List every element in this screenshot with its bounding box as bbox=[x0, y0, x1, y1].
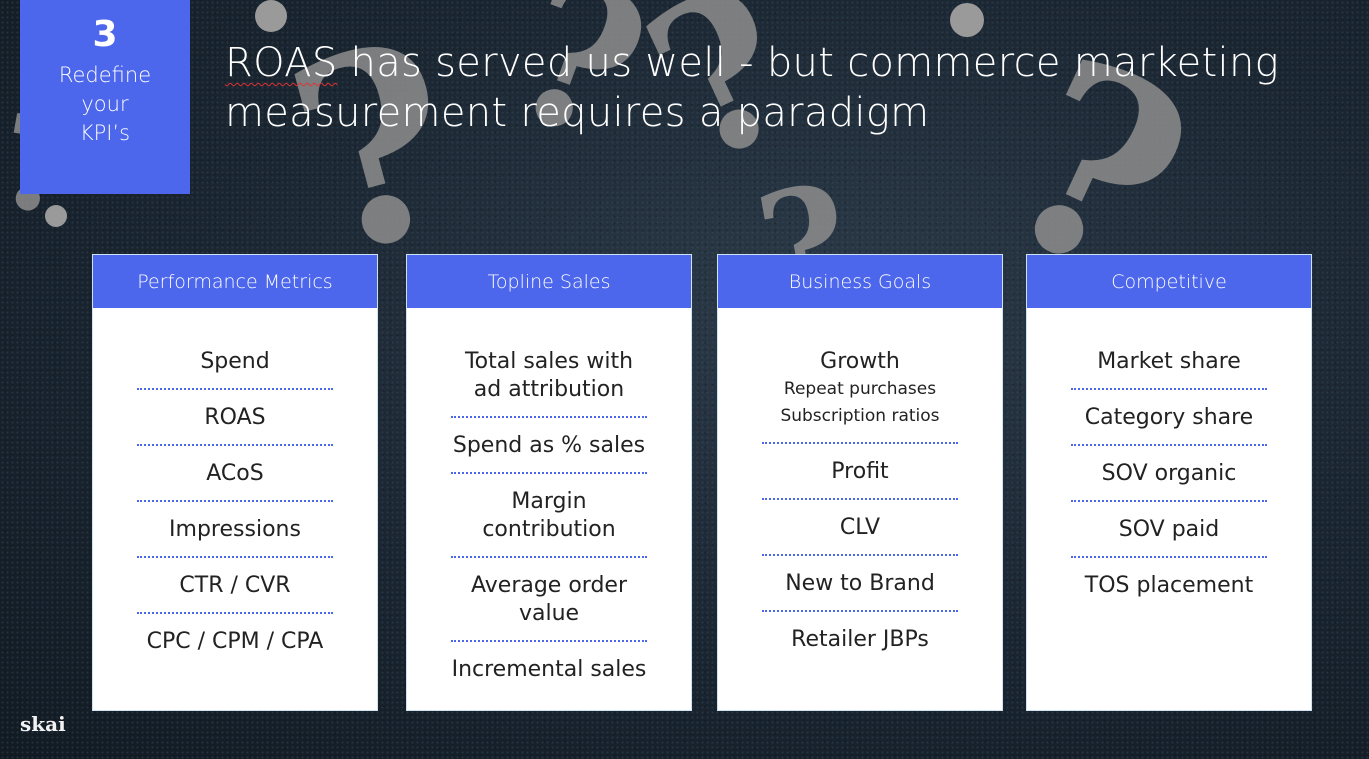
kpi-item: Impressions bbox=[137, 516, 333, 558]
kpi-item: SOV organic bbox=[1071, 460, 1267, 502]
kpi-card-performance-metrics: Performance Metrics Spend ROAS ACoS Impressi… bbox=[93, 255, 377, 710]
kpi-item-label: Retailer JBPs bbox=[791, 627, 929, 652]
kpi-item: CTR / CVR bbox=[137, 572, 333, 614]
badge-line: Redefine bbox=[58, 63, 152, 87]
kpi-item-label: CTR / CVR bbox=[179, 573, 291, 598]
section-number: 3 bbox=[92, 14, 118, 55]
kpi-item: TOS placement bbox=[1071, 572, 1267, 612]
kpi-item: ROAS bbox=[137, 404, 333, 446]
kpi-item: ACoS bbox=[137, 460, 333, 502]
kpi-item: Category share bbox=[1071, 404, 1267, 446]
kpi-card-header: Topline Sales bbox=[407, 255, 691, 308]
kpi-item-subtitle: Repeat purchases bbox=[783, 379, 937, 399]
title-line1: has served us well - but commerce market… bbox=[337, 40, 1279, 86]
kpi-item: Incremental sales bbox=[451, 656, 647, 696]
kpi-card-body: Market share Category share SOV organic SOV… bbox=[1027, 308, 1311, 612]
kpi-card-body: Total sales with ad attribution Spend as … bbox=[407, 308, 691, 696]
kpi-item-label: Spend as % sales bbox=[452, 433, 646, 458]
dot-decoration bbox=[950, 3, 984, 37]
kpi-card-body: Growth Repeat purchases Subscription ratio… bbox=[718, 308, 1002, 666]
kpi-item-label: Category share bbox=[1084, 405, 1254, 430]
kpi-item: CLV bbox=[762, 514, 958, 556]
kpi-item-label: Average order value bbox=[471, 573, 627, 626]
kpi-item: Market share bbox=[1071, 348, 1267, 390]
kpi-card-competitive: Competitive Market share Category share SOV… bbox=[1027, 255, 1311, 710]
kpi-item: CPC / CPM / CPA bbox=[137, 628, 333, 668]
kpi-item: Growth Repeat purchases Subscription ratio… bbox=[762, 348, 958, 444]
kpi-item-label: Total sales with ad attribution bbox=[464, 349, 634, 402]
kpi-item-label: TOS placement bbox=[1084, 573, 1254, 598]
kpi-item-label: SOV paid bbox=[1118, 517, 1220, 542]
dot-decoration bbox=[45, 205, 67, 227]
kpi-item: Average order value bbox=[451, 572, 647, 642]
kpi-card-header: Business Goals bbox=[718, 255, 1002, 308]
kpi-item: Spend as % sales bbox=[451, 432, 647, 474]
kpi-item-label: CPC / CPM / CPA bbox=[146, 629, 324, 654]
kpi-item-label: Incremental sales bbox=[451, 657, 647, 682]
kpi-item-label: Growth bbox=[820, 349, 900, 374]
kpi-item: Margin contribution bbox=[451, 488, 647, 558]
kpi-card-header: Performance Metrics bbox=[93, 255, 377, 308]
kpi-item-subtitle: Subscription ratios bbox=[780, 406, 940, 426]
kpi-item: Spend bbox=[137, 348, 333, 390]
badge-line: KPI’s bbox=[79, 121, 131, 145]
kpi-card-body: Spend ROAS ACoS Impressions CTR / CVR CPC / C… bbox=[93, 308, 377, 668]
kpi-item-label: CLV bbox=[839, 515, 881, 540]
kpi-item: Total sales with ad attribution bbox=[451, 348, 647, 418]
title-line2: measurement requires a paradigm bbox=[225, 90, 930, 136]
section-badge: 3 Redefine your KPI’s bbox=[20, 0, 190, 194]
kpi-card-business-goals: Business Goals Growth Repeat purchases Subs… bbox=[718, 255, 1002, 710]
kpi-item: Retailer JBPs bbox=[762, 626, 958, 666]
kpi-item-label: Impressions bbox=[169, 517, 301, 542]
page-title: ROAS has served us well - but commerce m… bbox=[225, 38, 1279, 138]
kpi-card-header: Competitive bbox=[1027, 255, 1311, 308]
dot-decoration bbox=[255, 0, 287, 32]
kpi-item-label: New to Brand bbox=[785, 571, 935, 596]
badge-line: your bbox=[81, 92, 129, 116]
kpi-item-label: SOV organic bbox=[1101, 461, 1237, 486]
kpi-item: SOV paid bbox=[1071, 516, 1267, 558]
kpi-item-label: Spend bbox=[200, 349, 270, 374]
kpi-item-label: Profit bbox=[831, 459, 889, 484]
kpi-item-label: Margin contribution bbox=[482, 489, 616, 542]
kpi-card-topline-sales: Topline Sales Total sales with ad attribu… bbox=[407, 255, 691, 710]
kpi-item: Profit bbox=[762, 458, 958, 500]
kpi-item: New to Brand bbox=[762, 570, 958, 612]
kpi-item-label: ACoS bbox=[206, 461, 264, 486]
kpi-item-label: Market share bbox=[1097, 349, 1241, 374]
kpi-item-label: ROAS bbox=[204, 405, 266, 430]
title-spellcheck-word: ROAS bbox=[225, 40, 338, 86]
skai-logo: skai bbox=[20, 712, 66, 736]
